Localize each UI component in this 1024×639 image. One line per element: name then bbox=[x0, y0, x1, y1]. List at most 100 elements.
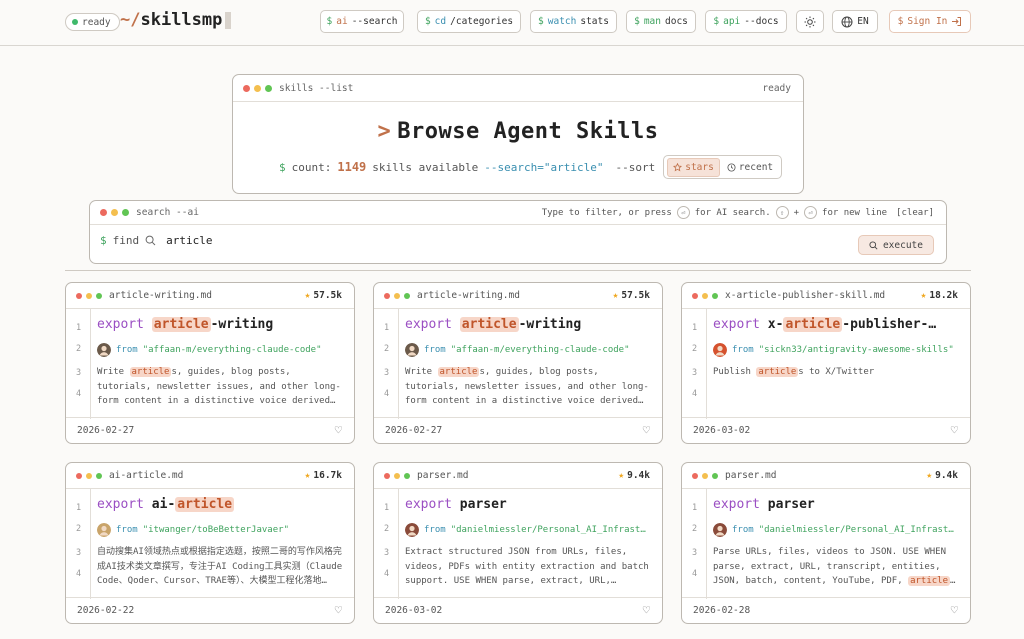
skills-list-panel: skills --list ready > Browse Agent Skills… bbox=[232, 74, 804, 194]
star-icon: ★ bbox=[304, 290, 311, 301]
skill-title[interactable]: export parser bbox=[713, 497, 965, 512]
nav-stats-button[interactable]: $ watch stats bbox=[530, 10, 617, 33]
card-body: 1234 export x-article -publisher-… from "… bbox=[682, 309, 970, 419]
skill-title[interactable]: export x-article -publisher-… bbox=[713, 317, 965, 332]
search-input[interactable] bbox=[166, 234, 467, 247]
desc-highlight: article bbox=[129, 367, 172, 377]
card-footer: 2026-02-27 ♡ bbox=[374, 417, 662, 443]
hint-text-c: for new line bbox=[822, 207, 888, 218]
line-gutter: 1 2 3 4 bbox=[66, 489, 91, 599]
sort-recent-button[interactable]: recent bbox=[722, 159, 778, 176]
heart-icon[interactable]: ♡ bbox=[335, 603, 342, 617]
window-dots-icon bbox=[243, 84, 272, 92]
nav-dollar: $ bbox=[713, 16, 720, 27]
line-number: 1 bbox=[384, 323, 390, 333]
nav-arg: stats bbox=[580, 16, 609, 27]
sign-in-button[interactable]: $ Sign In bbox=[889, 10, 971, 33]
line-number: 4 bbox=[76, 569, 82, 579]
repo-name[interactable]: "sickn33/antigravity-awesome-skills" bbox=[759, 345, 954, 355]
logo-name: skillsmp bbox=[140, 10, 223, 30]
desc-pre: Publish bbox=[713, 367, 757, 377]
line-number: 1 bbox=[76, 323, 82, 333]
skill-source: from "sickn33/antigravity-awesome-skills… bbox=[713, 343, 965, 357]
skill-source: from "affaan-m/everything-claude-code" bbox=[405, 343, 657, 357]
execute-button[interactable]: execute bbox=[857, 235, 934, 255]
panel-status: ready bbox=[762, 82, 791, 94]
card-content: export parser from "danielmiessler/Perso… bbox=[713, 489, 965, 599]
card-content: export ai-article from "itwanger/toBeBet… bbox=[97, 489, 349, 599]
count-dollar: $ bbox=[279, 160, 286, 174]
line-number: 3 bbox=[76, 368, 82, 378]
language-button[interactable]: EN bbox=[832, 10, 878, 33]
sort-toggle: stars recent bbox=[663, 155, 783, 179]
logo-prefix: ~/ bbox=[120, 10, 141, 30]
card-title-bar: ai-article.md ★ 16.7k bbox=[66, 463, 354, 489]
skill-card[interactable]: x-article-publisher-skill.md ★ 18.2k 1 2 3… bbox=[681, 282, 971, 444]
skill-card[interactable]: ai-article.md ★ 16.7k 1 2 3 4 export ai-art… bbox=[65, 462, 355, 624]
desc-pre: 自动搜集AI领域热点或根据指定选题，按照二哥的写作风格完成AI技术类文章撰写，专… bbox=[97, 547, 343, 586]
skill-card[interactable]: article-writing.md ★ 57.5k 1 2 3 4 export a… bbox=[373, 282, 663, 444]
login-arrow-icon bbox=[952, 17, 962, 26]
export-keyword: export bbox=[97, 497, 144, 512]
skill-card[interactable]: parser.md ★ 9.4k 1 2 3 4 export parser from… bbox=[373, 462, 663, 624]
export-keyword: export bbox=[405, 497, 452, 512]
line-number: 4 bbox=[76, 389, 82, 399]
sort-stars-button[interactable]: stars bbox=[667, 157, 720, 177]
nav-api-docs-button[interactable]: $ api --docs bbox=[705, 10, 787, 33]
signin-dollar: $ bbox=[897, 16, 904, 27]
window-dots-icon bbox=[76, 292, 102, 299]
window-dots-icon bbox=[384, 292, 410, 299]
repo-name[interactable]: "danielmiessler/Personal_AI_Infrast… bbox=[759, 525, 954, 535]
card-title-bar: x-article-publisher-skill.md ★ 18.2k bbox=[682, 283, 970, 309]
title-pre: ai- bbox=[151, 497, 176, 512]
desc-post: … bbox=[950, 576, 956, 586]
repo-name[interactable]: "itwanger/toBeBetterJavaer" bbox=[143, 525, 289, 535]
skill-title[interactable]: export article -writing bbox=[97, 317, 349, 332]
card-filename: article-writing.md bbox=[109, 290, 212, 301]
skill-date: 2026-03-02 bbox=[693, 425, 751, 436]
star-count: ★ 18.2k bbox=[921, 290, 958, 301]
skill-card[interactable]: parser.md ★ 9.4k 1 2 3 4 export parser from… bbox=[681, 462, 971, 624]
nav-cmd: watch bbox=[547, 16, 577, 27]
window-dots-icon bbox=[692, 292, 718, 299]
skill-source: from "affaan-m/everything-claude-code" bbox=[97, 343, 349, 357]
skill-card[interactable]: article-writing.md ★ 57.5k 1 2 3 4 export a… bbox=[65, 282, 355, 444]
desc-post: s to X/Twitter bbox=[798, 367, 875, 377]
heart-icon[interactable]: ♡ bbox=[951, 423, 958, 437]
card-body: 1 2 3 4 export parser from "danielmiessler/… bbox=[374, 489, 662, 599]
card-filename: parser.md bbox=[725, 470, 777, 481]
repo-name[interactable]: "danielmiessler/Personal_AI_Infrast… bbox=[451, 525, 646, 535]
repo-name[interactable]: "affaan-m/everything-claude-code" bbox=[143, 345, 322, 355]
desc-highlight: article bbox=[437, 367, 480, 377]
clear-button[interactable]: [clear] bbox=[896, 208, 934, 218]
card-body: 1 2 3 4 export parser from "danielmiessler/… bbox=[682, 489, 970, 599]
skill-date: 2026-02-27 bbox=[385, 425, 443, 436]
skill-title[interactable]: export parser bbox=[405, 497, 657, 512]
heart-icon[interactable]: ♡ bbox=[643, 603, 650, 617]
skill-description: Write article s, guides, blog posts, tuto… bbox=[405, 365, 655, 409]
line-number: 4 bbox=[384, 389, 390, 399]
signin-label: Sign In bbox=[907, 16, 948, 27]
title-post: -publisher-… bbox=[842, 317, 937, 332]
search-icon bbox=[145, 235, 156, 246]
skill-title[interactable]: export article -writing bbox=[405, 317, 657, 332]
line-number: 2 bbox=[384, 524, 390, 534]
card-footer: 2026-03-02 ♡ bbox=[682, 417, 970, 443]
search-hint: Type to filter, or press ⏎ for AI search… bbox=[542, 206, 934, 219]
heart-icon[interactable]: ♡ bbox=[643, 423, 650, 437]
heart-icon[interactable]: ♡ bbox=[335, 423, 342, 437]
card-content: export x-article -publisher-… from "sickn… bbox=[713, 309, 965, 419]
nav-ai-search-button[interactable]: $ ai --search bbox=[320, 10, 404, 33]
nav-categories-button[interactable]: $ cd /categories bbox=[417, 10, 521, 33]
site-logo[interactable]: ~/ skillsmp bbox=[120, 10, 232, 30]
card-footer: 2026-02-22 ♡ bbox=[66, 597, 354, 623]
nav-docs-button[interactable]: $ man docs bbox=[626, 10, 696, 33]
line-gutter: 1 2 3 4 bbox=[682, 489, 707, 599]
skill-title[interactable]: export ai-article bbox=[97, 497, 349, 512]
export-keyword: export bbox=[97, 317, 144, 332]
skill-description: Publish article s to X/Twitter bbox=[713, 365, 963, 409]
theme-toggle-button[interactable] bbox=[796, 10, 824, 33]
repo-name[interactable]: "affaan-m/everything-claude-code" bbox=[451, 345, 630, 355]
title-pre: parser bbox=[767, 497, 815, 512]
heart-icon[interactable]: ♡ bbox=[951, 603, 958, 617]
